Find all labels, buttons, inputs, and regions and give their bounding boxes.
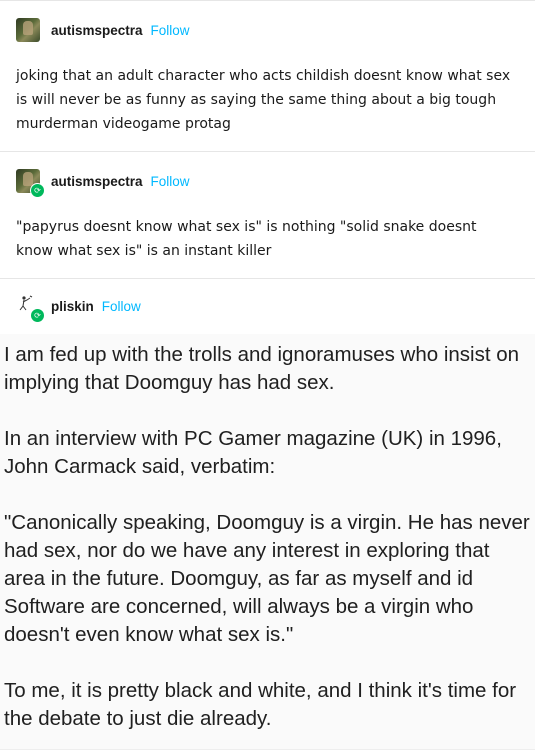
- reblog-icon: ⟳: [30, 183, 45, 198]
- avatar[interactable]: ⟳: [16, 169, 45, 198]
- username[interactable]: autismspectra: [51, 23, 143, 38]
- follow-button[interactable]: Follow: [151, 23, 190, 38]
- reblog-icon: ⟳: [30, 308, 45, 323]
- embedded-screenshot: I am fed up with the trolls and ignoramu…: [0, 334, 535, 750]
- screenshot-paragraph: I am fed up with the trolls and ignoramu…: [4, 343, 520, 394]
- screenshot-paragraph: "Canonically speaking, Doomguy is a virg…: [4, 511, 530, 646]
- post-header: ⟳ pliskin Follow: [16, 293, 141, 323]
- post-autismspectra-1: autismspectra Follow joking that an adul…: [0, 0, 535, 152]
- avatar[interactable]: ⟳: [16, 294, 45, 323]
- post-text: joking that an adult character who acts …: [16, 68, 511, 132]
- follow-button[interactable]: Follow: [151, 174, 190, 189]
- username[interactable]: autismspectra: [51, 174, 143, 189]
- screenshot-paragraph: To me, it is pretty black and white, and…: [4, 679, 517, 730]
- screenshot-paragraph: In an interview with PC Gamer magazine (…: [4, 427, 502, 478]
- post-header: autismspectra Follow: [16, 17, 190, 43]
- avatar[interactable]: [16, 18, 40, 42]
- username[interactable]: pliskin: [51, 299, 94, 314]
- post-text: "papyrus doesnt know what sex is" is not…: [16, 219, 477, 259]
- post-header: ⟳ autismspectra Follow: [16, 168, 190, 198]
- follow-button[interactable]: Follow: [102, 299, 141, 314]
- post-pliskin: ⟳ pliskin Follow I am fed up with the tr…: [0, 279, 535, 756]
- post-autismspectra-2: ⟳ autismspectra Follow "papyrus doesnt k…: [0, 152, 535, 279]
